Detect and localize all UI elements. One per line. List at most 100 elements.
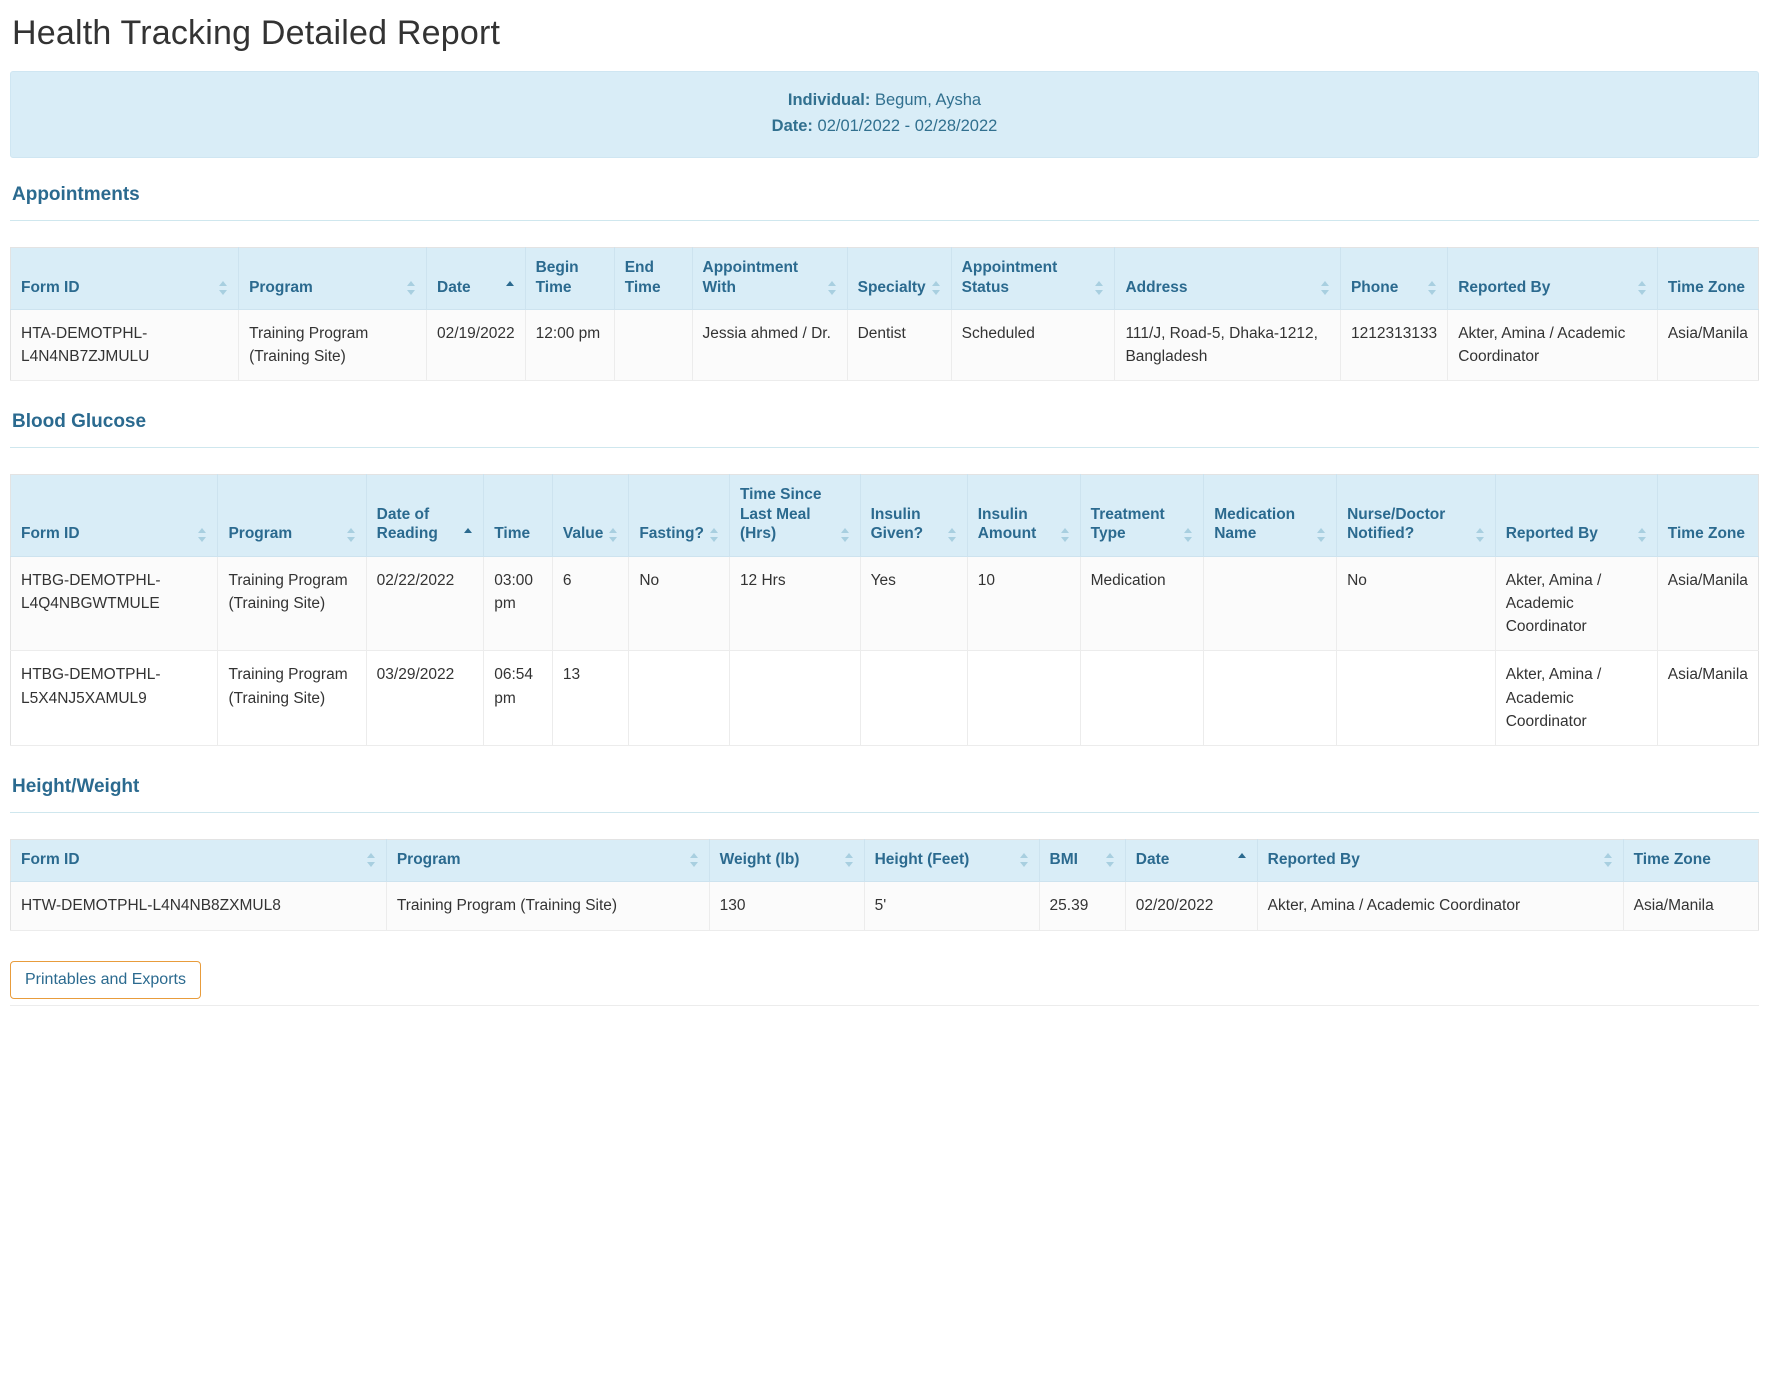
column-header[interactable]: Insulin Amount bbox=[967, 475, 1080, 556]
table-cell: 10 bbox=[967, 556, 1080, 651]
column-header[interactable]: Fasting? bbox=[629, 475, 730, 556]
table-cell: Jessia ahmed / Dr. bbox=[692, 309, 847, 381]
sort-toggle-icon[interactable] bbox=[1061, 527, 1070, 543]
column-header[interactable]: Program bbox=[386, 840, 709, 882]
section-divider-height-weight bbox=[10, 812, 1759, 813]
column-header[interactable]: Treatment Type bbox=[1080, 475, 1204, 556]
sort-toggle-icon[interactable] bbox=[690, 852, 699, 868]
sort-toggle-icon[interactable] bbox=[841, 527, 850, 543]
column-header-label: Program bbox=[249, 278, 313, 297]
column-header[interactable]: Phone bbox=[1340, 248, 1447, 310]
column-header[interactable]: Insulin Given? bbox=[860, 475, 967, 556]
table-cell bbox=[1204, 651, 1337, 746]
table-cell: Asia/Manila bbox=[1657, 556, 1758, 651]
sort-toggle-icon[interactable] bbox=[1095, 280, 1104, 296]
column-header[interactable]: Form ID bbox=[11, 840, 387, 882]
sort-toggle-icon[interactable] bbox=[932, 280, 941, 296]
table-cell bbox=[967, 651, 1080, 746]
column-header[interactable]: Weight (lb) bbox=[709, 840, 864, 882]
column-header[interactable]: BMI bbox=[1039, 840, 1125, 882]
page-title: Health Tracking Detailed Report bbox=[12, 14, 1759, 53]
sort-toggle-icon[interactable] bbox=[609, 527, 618, 543]
sort-toggle-icon[interactable] bbox=[710, 527, 719, 543]
table-cell: 6 bbox=[552, 556, 629, 651]
sort-toggle-icon[interactable] bbox=[1638, 527, 1647, 543]
table-cell: HTW-DEMOTPHL-L4N4NB8ZXMUL8 bbox=[11, 882, 387, 930]
column-header[interactable]: Time Zone bbox=[1657, 248, 1758, 310]
table-cell: 12:00 pm bbox=[525, 309, 614, 381]
column-header[interactable]: Reported By bbox=[1495, 475, 1657, 556]
column-header[interactable]: Program bbox=[239, 248, 427, 310]
column-header[interactable]: Date of Reading bbox=[366, 475, 484, 556]
table-cell bbox=[614, 309, 692, 381]
sort-toggle-icon[interactable] bbox=[347, 527, 356, 543]
printables-and-exports-button[interactable]: Printables and Exports bbox=[10, 961, 201, 999]
column-header[interactable]: Specialty bbox=[847, 248, 951, 310]
column-header[interactable]: Time bbox=[484, 475, 553, 556]
blood-glucose-table-head: Form IDProgramDate of Reading Time Value Fa… bbox=[11, 475, 1759, 556]
column-header[interactable]: Appointment Status bbox=[951, 248, 1115, 310]
table-cell: No bbox=[629, 556, 730, 651]
column-header[interactable]: Program bbox=[218, 475, 366, 556]
column-header-label: Time Zone bbox=[1668, 278, 1745, 297]
height-weight-table-head: Form ID Program Weight (lb)Height (Feet) BM… bbox=[11, 840, 1759, 882]
date-range-line: Date: 02/01/2022 - 02/28/2022 bbox=[21, 114, 1748, 140]
height-weight-table: Form ID Program Weight (lb)Height (Feet) BM… bbox=[10, 839, 1759, 931]
column-header[interactable]: Height (Feet) bbox=[864, 840, 1039, 882]
sort-toggle-icon[interactable] bbox=[1476, 527, 1485, 543]
column-header[interactable]: Form ID bbox=[11, 475, 218, 556]
column-header[interactable]: Medication Name bbox=[1204, 475, 1337, 556]
sort-ascending-icon[interactable] bbox=[1238, 852, 1247, 868]
column-header[interactable]: Address bbox=[1115, 248, 1341, 310]
table-cell bbox=[860, 651, 967, 746]
sort-toggle-icon[interactable] bbox=[1428, 280, 1437, 296]
individual-line: Individual: Begum, Aysha bbox=[21, 88, 1748, 114]
column-header[interactable]: Time Zone bbox=[1623, 840, 1758, 882]
sort-toggle-icon[interactable] bbox=[948, 527, 957, 543]
table-cell: Medication bbox=[1080, 556, 1204, 651]
table-cell: HTA-DEMOTPHL-L4N4NB7ZJMULU bbox=[11, 309, 239, 381]
sort-toggle-icon[interactable] bbox=[828, 280, 837, 296]
sort-ascending-icon[interactable] bbox=[464, 527, 473, 543]
column-header[interactable]: Nurse/Doctor Notified? bbox=[1337, 475, 1496, 556]
height-weight-header-row: Form ID Program Weight (lb)Height (Feet) BM… bbox=[11, 840, 1759, 882]
table-cell: Asia/Manila bbox=[1657, 309, 1758, 381]
section-divider-appointments bbox=[10, 220, 1759, 221]
column-header[interactable]: Date bbox=[427, 248, 526, 310]
column-header[interactable]: Form ID bbox=[11, 248, 239, 310]
column-header-label: Program bbox=[397, 850, 461, 869]
column-header[interactable]: Date bbox=[1125, 840, 1257, 882]
column-header[interactable]: Reported By bbox=[1448, 248, 1658, 310]
column-header[interactable]: Reported By bbox=[1257, 840, 1623, 882]
sort-toggle-icon[interactable] bbox=[1184, 527, 1193, 543]
sort-toggle-icon[interactable] bbox=[367, 852, 376, 868]
appointments-table: Form IDProgramDateBegin TimeEnd TimeAppo… bbox=[10, 247, 1759, 381]
table-cell: Training Program (Training Site) bbox=[218, 556, 366, 651]
column-header-label: Nurse/Doctor Notified? bbox=[1347, 505, 1470, 544]
sort-toggle-icon[interactable] bbox=[1020, 852, 1029, 868]
column-header-label: Value bbox=[563, 524, 604, 543]
column-header-label: Phone bbox=[1351, 278, 1398, 297]
column-header-label: BMI bbox=[1050, 850, 1078, 869]
column-header[interactable]: Value bbox=[552, 475, 629, 556]
column-header[interactable]: End Time bbox=[614, 248, 692, 310]
column-header[interactable]: Time Zone bbox=[1657, 475, 1758, 556]
column-header-label: Time bbox=[494, 524, 530, 543]
sort-ascending-icon[interactable] bbox=[506, 280, 515, 296]
column-header-label: Form ID bbox=[21, 850, 80, 869]
sort-toggle-icon[interactable] bbox=[1604, 852, 1613, 868]
column-header[interactable]: Time Since Last Meal (Hrs) bbox=[729, 475, 860, 556]
sort-toggle-icon[interactable] bbox=[845, 852, 854, 868]
blood-glucose-table-body: HTBG-DEMOTPHL-L4Q4NBGWTMULETraining Prog… bbox=[11, 556, 1759, 746]
column-header-label: Fasting? bbox=[639, 524, 704, 543]
column-header[interactable]: Appointment With bbox=[692, 248, 847, 310]
table-row: HTW-DEMOTPHL-L4N4NB8ZXMUL8Training Progr… bbox=[11, 882, 1759, 930]
sort-toggle-icon[interactable] bbox=[407, 280, 416, 296]
sort-toggle-icon[interactable] bbox=[1638, 280, 1647, 296]
sort-toggle-icon[interactable] bbox=[1317, 527, 1326, 543]
sort-toggle-icon[interactable] bbox=[198, 527, 207, 543]
column-header[interactable]: Begin Time bbox=[525, 248, 614, 310]
sort-toggle-icon[interactable] bbox=[1106, 852, 1115, 868]
sort-toggle-icon[interactable] bbox=[1321, 280, 1330, 296]
sort-toggle-icon[interactable] bbox=[219, 280, 228, 296]
